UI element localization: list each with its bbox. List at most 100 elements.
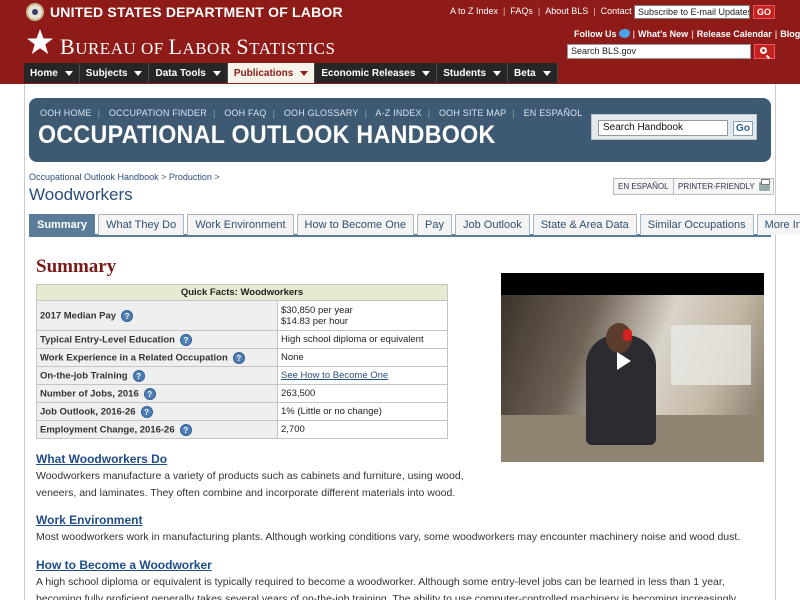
tab-what-they-do[interactable]: What They Do <box>98 214 185 235</box>
quick-facts-title: Quick Facts: Woodworkers <box>36 284 448 301</box>
printer-icon <box>758 179 770 191</box>
what-they-do-text: Woodworkers manufacture a variety of pro… <box>36 470 464 499</box>
caret-down-icon <box>212 70 221 76</box>
ooh-faq-link[interactable]: OOH FAQ <box>224 108 266 118</box>
en-espanol-link[interactable]: EN ESPAÑOL <box>524 108 583 118</box>
caret-down-icon <box>64 70 73 76</box>
help-icon[interactable]: ? <box>232 351 245 364</box>
tab-pay[interactable]: Pay <box>417 214 452 235</box>
tab-similar-occupations[interactable]: Similar Occupations <box>639 214 754 235</box>
row-value: 1% (Little or no change) <box>277 402 448 421</box>
tab-summary[interactable]: Summary <box>29 214 96 235</box>
social-links: Follow Us | What's New | Release Calendar | Bl… <box>574 29 800 39</box>
page-title: Woodworkers <box>29 185 133 204</box>
caret-down-icon <box>493 70 502 76</box>
breadcrumb-ooh-link[interactable]: Occupational Outlook Handbook <box>29 172 159 182</box>
table-row: Work Experience in a Related Occupation?… <box>36 348 448 367</box>
bls-search-input[interactable]: Search BLS.gov <box>567 44 751 59</box>
ooh-glossary-link[interactable]: OOH GLOSSARY <box>284 108 359 118</box>
main-nav: Home Subjects Data Tools Publications Ec… <box>24 63 558 83</box>
median-pay-hour: $14.83 per hour <box>281 315 349 327</box>
handbook-go-button[interactable]: Go <box>733 121 753 136</box>
ooh-title[interactable]: OCCUPATIONAL OUTLOOK HANDBOOK <box>38 121 496 150</box>
quick-facts-table: Quick Facts: Woodworkers 2017 Median Pay… <box>36 284 448 439</box>
occupation-finder-link[interactable]: OCCUPATION FINDER <box>109 108 207 118</box>
email-updates-input[interactable]: Subscribe to E-mail Updates <box>634 5 750 19</box>
help-icon[interactable]: ? <box>179 333 192 346</box>
how-to-become-link[interactable]: How to Become a Woodworker <box>36 558 212 572</box>
bls-search-button[interactable] <box>754 44 775 59</box>
whats-new-link[interactable]: What's New <box>638 29 688 39</box>
nav-students[interactable]: Students <box>437 63 509 83</box>
table-row: Number of Jobs, 2016? 263,500 <box>36 384 448 403</box>
median-pay-year: $30,850 per year <box>281 304 353 316</box>
a-to-z-link[interactable]: A to Z Index <box>450 6 498 16</box>
help-icon[interactable]: ? <box>140 405 153 418</box>
dol-bar: UNITED STATES DEPARTMENT OF LABOR A to Z… <box>0 0 800 24</box>
dol-seal-icon[interactable] <box>26 3 44 21</box>
nav-economic-releases[interactable]: Economic Releases <box>315 63 438 83</box>
row-value: 263,500 <box>277 384 448 403</box>
blog-link[interactable]: Blog <box>780 29 800 39</box>
tab-job-outlook[interactable]: Job Outlook <box>455 214 530 235</box>
see-how-to-become-one-link[interactable]: See How to Become One <box>281 370 388 381</box>
row-value: None <box>277 348 448 367</box>
nav-publications[interactable]: Publications <box>227 63 316 83</box>
tab-work-environment[interactable]: Work Environment <box>187 214 294 235</box>
table-row: Job Outlook, 2016-26? 1% (Little or no c… <box>36 402 448 421</box>
handbook-search-input[interactable]: Search Handbook <box>598 120 728 136</box>
help-icon[interactable]: ? <box>179 423 192 436</box>
printer-friendly-button[interactable]: PRINTER-FRIENDLY <box>673 178 774 195</box>
how-to-become-text: A high school diploma or equivalent is t… <box>36 576 737 600</box>
twitter-icon[interactable] <box>618 29 630 38</box>
breadcrumb-production-link[interactable]: Production <box>169 172 212 182</box>
table-row: 2017 Median Pay? $30,850 per year $14.83 … <box>36 300 448 331</box>
row-value: 2,700 <box>277 420 448 439</box>
bls-title[interactable]: BUREAU OF LABOR STATISTICS <box>60 34 335 60</box>
table-row: Employment Change, 2016-26? 2,700 <box>36 420 448 439</box>
release-calendar-link[interactable]: Release Calendar <box>697 29 772 39</box>
a-z-index-link[interactable]: A-Z INDEX <box>375 108 421 118</box>
bls-star-icon[interactable] <box>26 28 54 56</box>
nav-data-tools[interactable]: Data Tools <box>149 63 228 83</box>
follow-us-link[interactable]: Follow Us <box>574 29 630 39</box>
help-icon[interactable]: ? <box>132 369 145 382</box>
search-icon <box>760 47 767 54</box>
woodworker-video[interactable] <box>501 273 764 462</box>
en-espanol-button[interactable]: EN ESPAÑOL <box>613 178 674 195</box>
caret-down-icon <box>134 70 143 76</box>
tab-state-area-data[interactable]: State & Area Data <box>532 214 637 235</box>
tab-more-info[interactable]: More Info <box>756 214 800 235</box>
play-icon[interactable] <box>617 352 631 370</box>
faqs-link[interactable]: FAQs <box>510 6 533 16</box>
nav-beta[interactable]: Beta <box>508 63 558 83</box>
row-label: Typical Entry-Level Education <box>40 334 175 346</box>
ooh-site-map-link[interactable]: OOH SITE MAP <box>439 108 506 118</box>
tab-how-to-become-one[interactable]: How to Become One <box>296 214 415 235</box>
summary-heading: Summary <box>36 256 117 277</box>
caret-down-icon <box>542 70 551 76</box>
ooh-links: OOH HOME | OCCUPATION FINDER | OOH FAQ | OO… <box>40 108 583 118</box>
help-icon[interactable]: ? <box>143 387 156 400</box>
email-go-button[interactable]: GO <box>753 5 775 19</box>
row-label: Number of Jobs, 2016 <box>40 388 139 400</box>
nav-home[interactable]: Home <box>24 63 80 83</box>
nav-subjects[interactable]: Subjects <box>79 63 150 83</box>
ooh-home-link[interactable]: OOH HOME <box>40 108 92 118</box>
table-row: On-the-job Training? See How to Become O… <box>36 366 448 385</box>
row-label: 2017 Median Pay <box>40 310 117 322</box>
caret-down-icon <box>300 70 309 76</box>
work-environment-link[interactable]: Work Environment <box>36 513 142 527</box>
video-thumbnail <box>501 295 764 462</box>
breadcrumb: Occupational Outlook Handbook > Producti… <box>29 172 220 182</box>
row-label: Work Experience in a Related Occupation <box>40 352 228 364</box>
row-label: On-the-job Training <box>40 370 128 382</box>
work-environment-text: Most woodworkers work in manufacturing p… <box>36 531 741 543</box>
what-they-do-link[interactable]: What Woodworkers Do <box>36 452 167 466</box>
table-row: Typical Entry-Level Education? High scho… <box>36 330 448 349</box>
row-label: Employment Change, 2016-26 <box>40 424 175 436</box>
help-icon[interactable]: ? <box>121 309 134 322</box>
dol-title[interactable]: UNITED STATES DEPARTMENT OF LABOR <box>50 4 343 20</box>
about-bls-link[interactable]: About BLS <box>545 6 588 16</box>
row-value: High school diploma or equivalent <box>277 330 448 349</box>
